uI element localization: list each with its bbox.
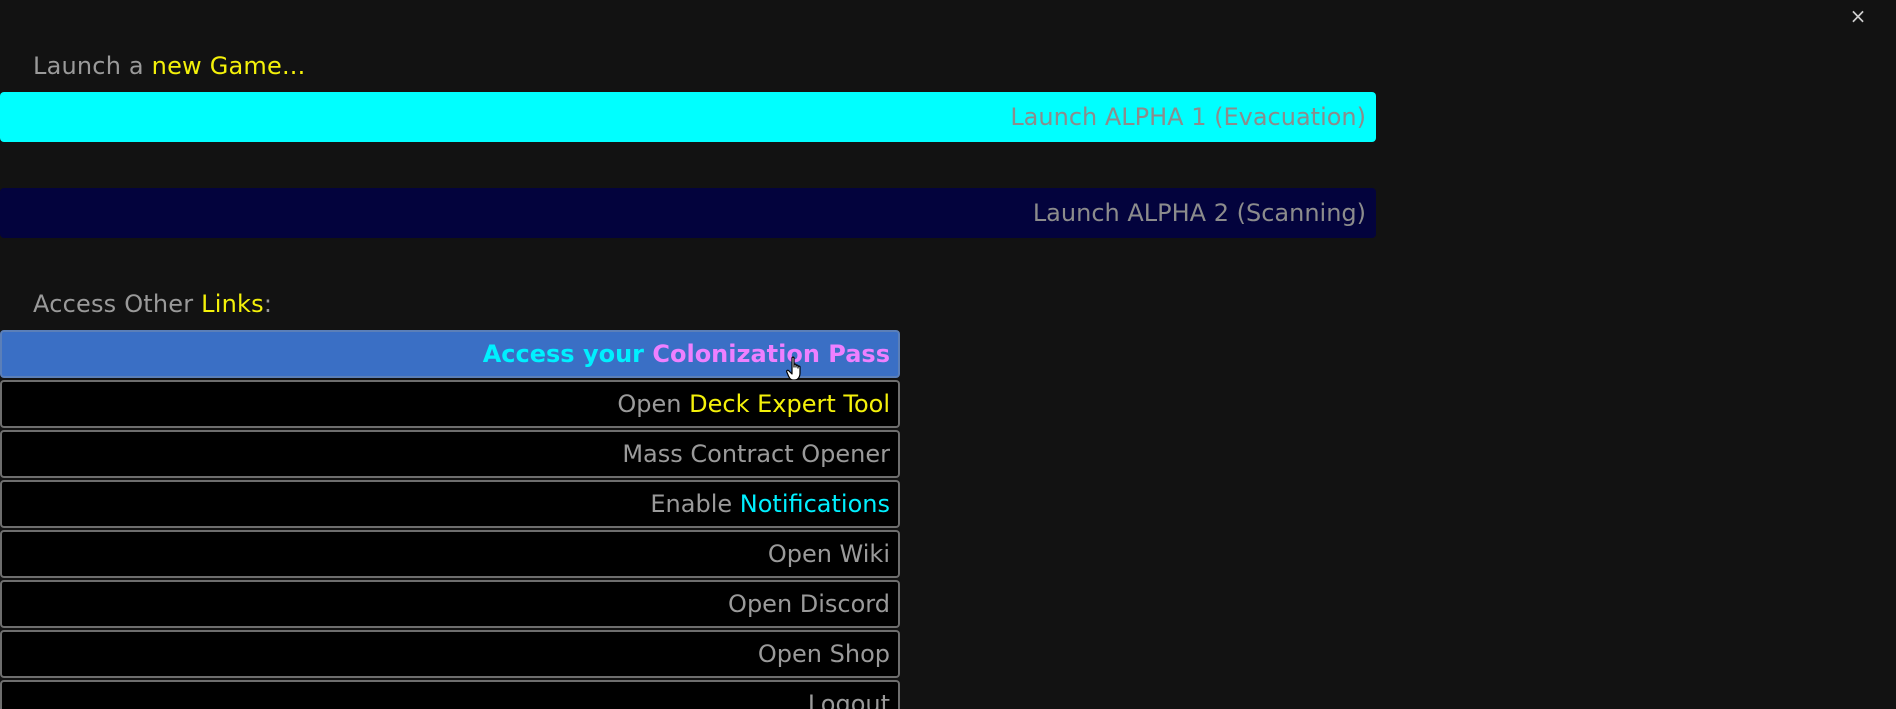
mass-contract-label: Mass Contract Opener — [622, 440, 890, 468]
shop-label: Open Shop — [757, 640, 890, 668]
deck-expert-tool-button[interactable]: Open Deck Expert Tool — [0, 380, 900, 428]
links-label-prefix: Access Other — [33, 290, 202, 318]
launcher-dialog: × Launch a new Game... Launch ALPHA 1 (E… — [0, 0, 1896, 709]
enable-notifications-button[interactable]: Enable Notifications — [0, 480, 900, 528]
colonization-pass-button[interactable]: Access your Colonization Pass — [0, 330, 900, 381]
deck-expert-part2: Deck Expert Tool — [689, 390, 890, 418]
launch-alpha-1-button[interactable]: Launch ALPHA 1 (Evacuation) — [0, 92, 1376, 142]
launch-label-highlight: new Game... — [151, 52, 306, 80]
logout-button[interactable]: Logout — [0, 680, 900, 709]
wiki-label: Open Wiki — [767, 540, 890, 568]
notifications-part2: Notifications — [739, 490, 890, 518]
links-label-suffix: : — [263, 290, 273, 318]
links-list: Access your Colonization Pass Open Deck … — [0, 330, 900, 709]
notifications-part1: Enable — [650, 490, 740, 518]
launch-alpha-2-label: Launch ALPHA 2 (Scanning) — [1032, 199, 1366, 227]
open-discord-button[interactable]: Open Discord — [0, 580, 900, 628]
launch-label-prefix: Launch a — [33, 52, 152, 80]
logout-label: Logout — [807, 690, 890, 709]
links-label-highlight: Links — [201, 290, 264, 318]
colonization-part2: Colonization Pass — [652, 340, 890, 368]
discord-label: Open Discord — [728, 590, 890, 618]
launch-alpha-2-button[interactable]: Launch ALPHA 2 (Scanning) — [0, 188, 1376, 238]
colonization-part1: Access your — [482, 340, 653, 368]
launch-alpha-1-label: Launch ALPHA 1 (Evacuation) — [1010, 103, 1366, 131]
mass-contract-opener-button[interactable]: Mass Contract Opener — [0, 430, 900, 478]
launch-section-label: Launch a new Game... — [33, 52, 305, 80]
open-wiki-button[interactable]: Open Wiki — [0, 530, 900, 578]
close-icon[interactable]: × — [1844, 2, 1872, 30]
hand-pointer-icon — [786, 356, 801, 381]
links-section-label: Access Other Links: — [33, 290, 272, 318]
deck-expert-part1: Open — [617, 390, 690, 418]
open-shop-button[interactable]: Open Shop — [0, 630, 900, 678]
